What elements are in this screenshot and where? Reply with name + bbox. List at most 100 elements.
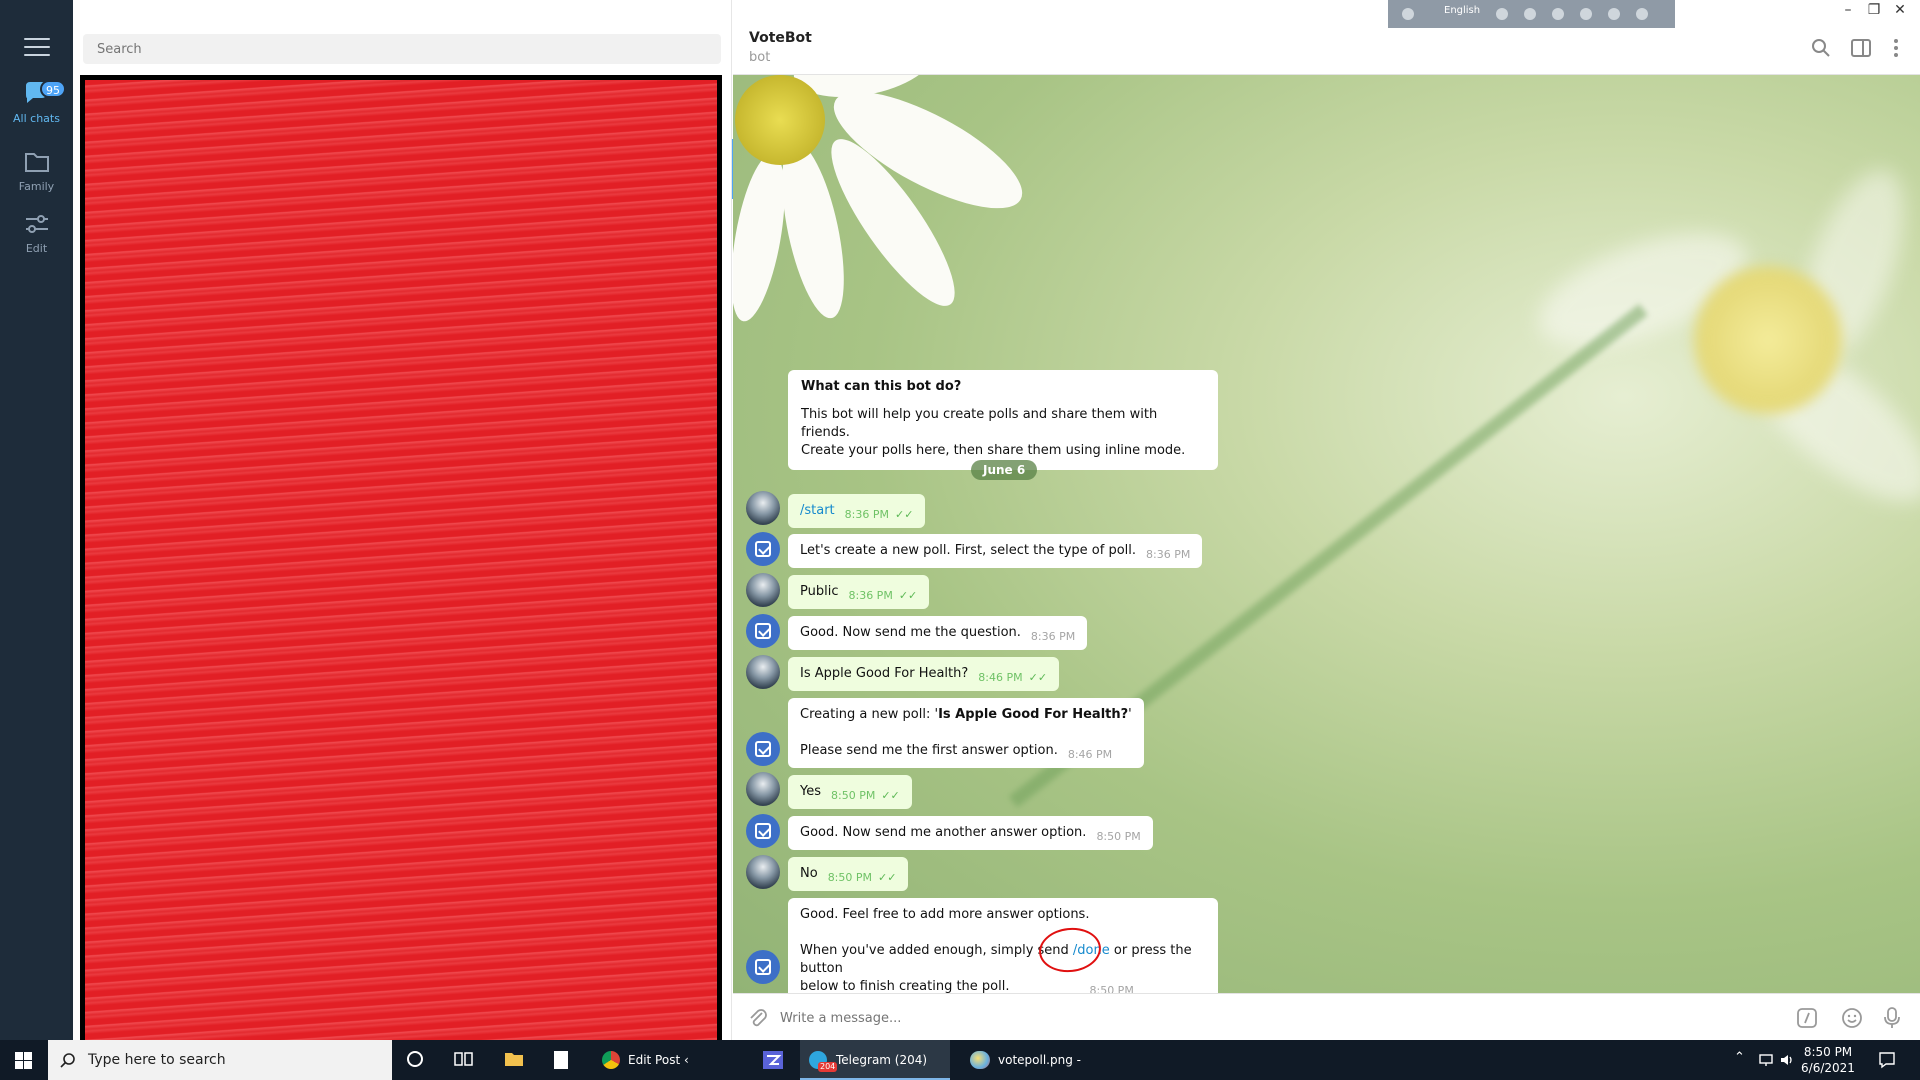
user-avatar[interactable] — [746, 855, 780, 889]
help-icon[interactable] — [1608, 8, 1620, 20]
close-icon[interactable]: ✕ — [1888, 2, 1912, 18]
clock-time: 8:50 PM — [1803, 1045, 1853, 1059]
cortana-icon[interactable] — [406, 1050, 424, 1068]
message-time: 8:50 PM — [831, 789, 876, 802]
message-text: ' — [1128, 707, 1132, 722]
message-text: Good. Now send me another answer option. — [800, 825, 1087, 840]
bot-commands-icon[interactable] — [1796, 1007, 1818, 1029]
language-label[interactable]: English — [1444, 5, 1480, 16]
message-text: Let's create a new poll. First, select t… — [800, 543, 1137, 558]
telegram-unread-badge: 204 — [818, 1062, 838, 1072]
chat-pane: VoteBot bot English – ❐ ✕ What can this … — [733, 0, 1920, 1040]
language-toolbar: English — [1388, 0, 1675, 28]
message-input[interactable] — [780, 1006, 1680, 1030]
toolbar-icon[interactable] — [1524, 8, 1536, 20]
task-view-icon[interactable] — [454, 1050, 474, 1068]
chat-header: VoteBot bot English – ❐ ✕ — [733, 0, 1920, 75]
microphone-icon[interactable] — [1881, 1006, 1903, 1030]
message-text: Good. Now send me the question. — [800, 625, 1021, 640]
taskbar-app-label: Edit Post ‹ Telegra... — [628, 1053, 689, 1067]
telegram-window: All chats 95 Family Edit VoteBot — [0, 0, 1920, 1080]
message-text: below to finish creating the poll. — [800, 979, 1010, 994]
message-time: 8:36 PM — [848, 589, 893, 602]
paint-icon — [970, 1051, 990, 1069]
chat-title[interactable]: VoteBot — [749, 30, 812, 46]
sliders-icon — [25, 215, 48, 233]
message-time: 8:36 PM — [1146, 548, 1191, 561]
read-ticks-icon: ✓✓ — [898, 589, 918, 602]
bot-avatar[interactable] — [746, 814, 780, 848]
document-app-icon[interactable] — [553, 1050, 569, 1070]
folder-all-chats-label: All chats — [13, 112, 60, 125]
notifications-icon[interactable] — [1878, 1051, 1896, 1069]
message-time: 8:36 PM — [1030, 630, 1076, 643]
file-explorer-icon[interactable] — [504, 1050, 524, 1068]
chat-list-panel — [73, 0, 805, 1053]
bot-avatar[interactable] — [746, 732, 780, 766]
bot-avatar[interactable] — [746, 950, 780, 984]
attach-icon[interactable] — [747, 1007, 769, 1029]
blurred-daisy-center — [1693, 265, 1843, 415]
bot-avatar[interactable] — [746, 614, 780, 648]
taskbar-app-paint[interactable]: votepoll.png - Paint — [960, 1040, 1110, 1080]
message-outgoing: Public 8:36 PM ✓✓ — [788, 575, 930, 609]
taskbar-app-label: Telegram (204) — [836, 1053, 928, 1067]
message-outgoing: Yes 8:50 PM ✓✓ — [788, 775, 912, 809]
windows-taskbar: Type here to search Edit Post ‹ Telegra.… — [0, 1040, 1920, 1080]
message-incoming: Let's create a new poll. First, select t… — [788, 534, 1203, 568]
user-avatar[interactable] — [746, 573, 780, 607]
message-text: Public — [800, 584, 839, 599]
bot-avatar[interactable] — [746, 532, 780, 566]
system-clock[interactable]: 8:50 PM 6/6/2021 — [1798, 1044, 1858, 1076]
clock-date: 6/6/2021 — [1801, 1061, 1855, 1075]
folder-edit[interactable]: Edit — [0, 204, 73, 268]
user-avatar[interactable] — [746, 655, 780, 689]
sidebar-toggle-icon[interactable] — [1850, 37, 1872, 59]
toolbar-icon[interactable] — [1580, 8, 1592, 20]
unread-badge: 95 — [40, 80, 66, 98]
windows-start-icon[interactable] — [15, 1052, 32, 1069]
emoji-icon[interactable] — [1841, 1007, 1863, 1029]
redacted-chat-list — [80, 75, 722, 1053]
message-incoming: Good. Now send me the question. 8:36 PM — [788, 616, 1088, 650]
message-text: Please send me the first answer option. — [800, 743, 1058, 758]
volume-icon[interactable] — [1780, 1052, 1794, 1068]
folder-family[interactable]: Family — [0, 142, 73, 206]
toolbar-icon[interactable] — [1496, 8, 1508, 20]
minimize-icon[interactable]: – — [1836, 2, 1860, 18]
message-incoming: Creating a new poll: 'Is Apple Good For … — [788, 698, 1144, 768]
date-separator: June 6 — [971, 460, 1038, 480]
message-time: 8:46 PM — [1067, 748, 1113, 761]
message-time: 8:50 PM — [1096, 830, 1141, 843]
tray-chevron-up-icon[interactable]: ⌃ — [1734, 1050, 1745, 1065]
search-input[interactable] — [83, 34, 721, 64]
read-ticks-icon: ✓✓ — [878, 871, 897, 884]
intro-heading: What can this bot do? — [801, 379, 962, 394]
message-text: Good. Feel free to add more answer optio… — [800, 907, 1090, 922]
settings-icon[interactable] — [1552, 8, 1564, 20]
message-outgoing[interactable]: /start 8:36 PM ✓✓ — [788, 494, 926, 528]
taskbar-search-box[interactable]: Type here to search — [48, 1040, 392, 1080]
taskbar-app-chrome[interactable]: Edit Post ‹ Telegra... — [598, 1040, 738, 1080]
maximize-icon[interactable]: ❐ — [1862, 2, 1886, 18]
vpn-app-icon[interactable] — [762, 1050, 784, 1070]
network-icon[interactable] — [1758, 1052, 1774, 1068]
read-ticks-icon: ✓✓ — [881, 789, 900, 802]
search-icon[interactable] — [1810, 37, 1832, 59]
bot-intro-card: What can this bot do? This bot will help… — [788, 370, 1218, 470]
message-text: Is Apple Good For Health? — [800, 666, 969, 681]
user-avatar[interactable] — [746, 491, 780, 525]
menu-icon[interactable] — [24, 38, 50, 58]
info-icon[interactable] — [1636, 8, 1648, 20]
message-incoming: Good. Now send me another answer option.… — [788, 816, 1153, 850]
user-avatar[interactable] — [746, 772, 780, 806]
message-text[interactable]: /start — [800, 503, 835, 518]
ime-icon[interactable] — [1402, 8, 1414, 20]
message-outgoing: Is Apple Good For Health? 8:46 PM ✓✓ — [788, 657, 1060, 691]
taskbar-search-placeholder: Type here to search — [88, 1052, 226, 1068]
more-vertical-icon[interactable] — [1885, 37, 1907, 59]
folder-family-label: Family — [18, 180, 55, 193]
taskbar-app-telegram[interactable]: 204 Telegram (204) — [800, 1040, 950, 1080]
message-text: No — [800, 866, 818, 881]
folder-rail: All chats 95 Family Edit — [0, 0, 73, 1040]
